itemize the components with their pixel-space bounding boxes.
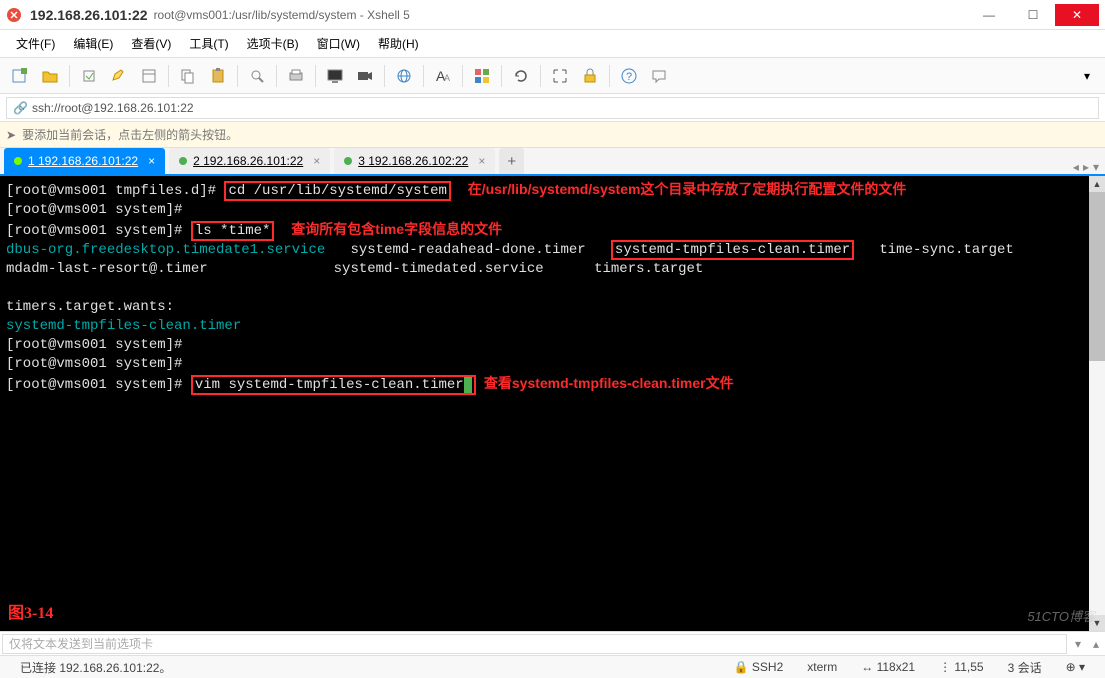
- compose-up-icon[interactable]: ▴: [1087, 637, 1105, 651]
- session-tab-3[interactable]: 3 192.168.26.102:22 ×: [334, 148, 495, 174]
- search-icon[interactable]: [243, 62, 271, 90]
- terminal[interactable]: [root@vms001 tmpfiles.d]# cd /usr/lib/sy…: [0, 176, 1089, 631]
- status-menu-icon[interactable]: ⊕ ▾: [1054, 660, 1097, 674]
- status-dot-icon: [344, 157, 352, 165]
- toolbar: AA ? ▾: [0, 58, 1105, 94]
- chat-icon[interactable]: [645, 62, 673, 90]
- app-icon: [6, 7, 22, 23]
- toolbar-overflow-icon[interactable]: ▾: [1073, 62, 1101, 90]
- menu-edit[interactable]: 编辑(E): [65, 31, 121, 56]
- figure-label: 图3-14: [8, 599, 53, 623]
- tab-prev-icon[interactable]: ◂: [1073, 160, 1079, 174]
- maximize-button[interactable]: ☐: [1011, 4, 1055, 26]
- tab-nav: ◂ ▸ ▾: [1073, 160, 1105, 174]
- compose-bar: 仅将文本发送到当前选项卡 ▾ ▴: [0, 632, 1105, 656]
- status-bar: 已连接 192.168.26.101:22。 🔒 SSH2 xterm ↔ 11…: [0, 656, 1105, 678]
- lock-icon[interactable]: [576, 62, 604, 90]
- hint-bar: ➤ 要添加当前会话，点击左侧的箭头按钮。: [0, 122, 1105, 148]
- status-ssh: 🔒 SSH2: [722, 660, 796, 674]
- link-icon: 🔗: [13, 101, 28, 115]
- add-tab-button[interactable]: +: [499, 148, 524, 174]
- session-tab-1[interactable]: 1 192.168.26.101:22 ×: [4, 148, 165, 174]
- close-tab-icon[interactable]: ×: [313, 154, 320, 168]
- properties-icon[interactable]: [135, 62, 163, 90]
- title-path: root@vms001:/usr/lib/systemd/system - Xs…: [154, 8, 410, 22]
- close-tab-icon[interactable]: ×: [148, 154, 155, 168]
- paste-icon[interactable]: [204, 62, 232, 90]
- compose-input[interactable]: 仅将文本发送到当前选项卡: [2, 634, 1067, 654]
- titlebar: 192.168.26.101:22 root@vms001:/usr/lib/s…: [0, 0, 1105, 30]
- status-size: ↔ 118x21: [849, 660, 927, 674]
- globe-icon[interactable]: [390, 62, 418, 90]
- copy-icon[interactable]: [174, 62, 202, 90]
- scrollbar-vertical[interactable]: ▲ ▼: [1089, 176, 1105, 631]
- status-cursor: ⋮ 11,55: [927, 660, 995, 674]
- title-host: 192.168.26.101:22: [30, 7, 148, 23]
- hint-text: 要添加当前会话，点击左侧的箭头按钮。: [22, 126, 238, 143]
- menu-view[interactable]: 查看(V): [123, 31, 179, 56]
- close-tab-icon[interactable]: ×: [478, 154, 485, 168]
- record-icon[interactable]: [351, 62, 379, 90]
- menubar: 文件(F) 编辑(E) 查看(V) 工具(T) 选项卡(B) 窗口(W) 帮助(…: [0, 30, 1105, 58]
- close-button[interactable]: ✕: [1055, 4, 1099, 26]
- scroll-up-icon[interactable]: ▲: [1089, 176, 1105, 192]
- tab-label: 1 192.168.26.101:22: [28, 154, 138, 168]
- tab-menu-icon[interactable]: ▾: [1093, 160, 1099, 174]
- tab-label: 2 192.168.26.101:22: [193, 154, 303, 168]
- status-dot-icon: [179, 157, 187, 165]
- status-dot-icon: [14, 157, 22, 165]
- status-term: xterm: [795, 660, 849, 674]
- tab-bar: 1 192.168.26.101:22 × 2 192.168.26.101:2…: [0, 148, 1105, 176]
- status-connection: 已连接 192.168.26.101:22。: [8, 659, 183, 676]
- svg-text:?: ?: [626, 71, 632, 83]
- address-bar: 🔗 ssh://root@192.168.26.101:22: [0, 94, 1105, 122]
- tab-next-icon[interactable]: ▸: [1083, 160, 1089, 174]
- compose-menu-icon[interactable]: ▾: [1069, 637, 1087, 651]
- screen-icon[interactable]: [321, 62, 349, 90]
- tab-label: 3 192.168.26.102:22: [358, 154, 468, 168]
- print-icon[interactable]: [282, 62, 310, 90]
- svg-text:A: A: [444, 73, 450, 83]
- refresh-icon[interactable]: [507, 62, 535, 90]
- watermark: 51CTO博客: [1027, 606, 1095, 625]
- minimize-button[interactable]: —: [967, 4, 1011, 26]
- menu-help[interactable]: 帮助(H): [370, 31, 427, 56]
- menu-window[interactable]: 窗口(W): [309, 31, 368, 56]
- reconnect-icon[interactable]: [75, 62, 103, 90]
- terminal-area: [root@vms001 tmpfiles.d]# cd /usr/lib/sy…: [0, 176, 1105, 632]
- menu-tabs[interactable]: 选项卡(B): [239, 31, 307, 56]
- help-icon[interactable]: ?: [615, 62, 643, 90]
- fullscreen-icon[interactable]: [546, 62, 574, 90]
- arrow-icon[interactable]: ➤: [6, 128, 16, 142]
- edit-icon[interactable]: [105, 62, 133, 90]
- scroll-thumb[interactable]: [1089, 192, 1105, 361]
- address-field[interactable]: 🔗 ssh://root@192.168.26.101:22: [6, 97, 1099, 119]
- menu-tools[interactable]: 工具(T): [181, 31, 236, 56]
- session-tab-2[interactable]: 2 192.168.26.101:22 ×: [169, 148, 330, 174]
- color-icon[interactable]: [468, 62, 496, 90]
- new-session-icon[interactable]: [6, 62, 34, 90]
- font-icon[interactable]: AA: [429, 62, 457, 90]
- menu-file[interactable]: 文件(F): [8, 31, 63, 56]
- open-folder-icon[interactable]: [36, 62, 64, 90]
- address-text: ssh://root@192.168.26.101:22: [32, 101, 194, 115]
- status-sessions: 3 会话: [996, 659, 1054, 676]
